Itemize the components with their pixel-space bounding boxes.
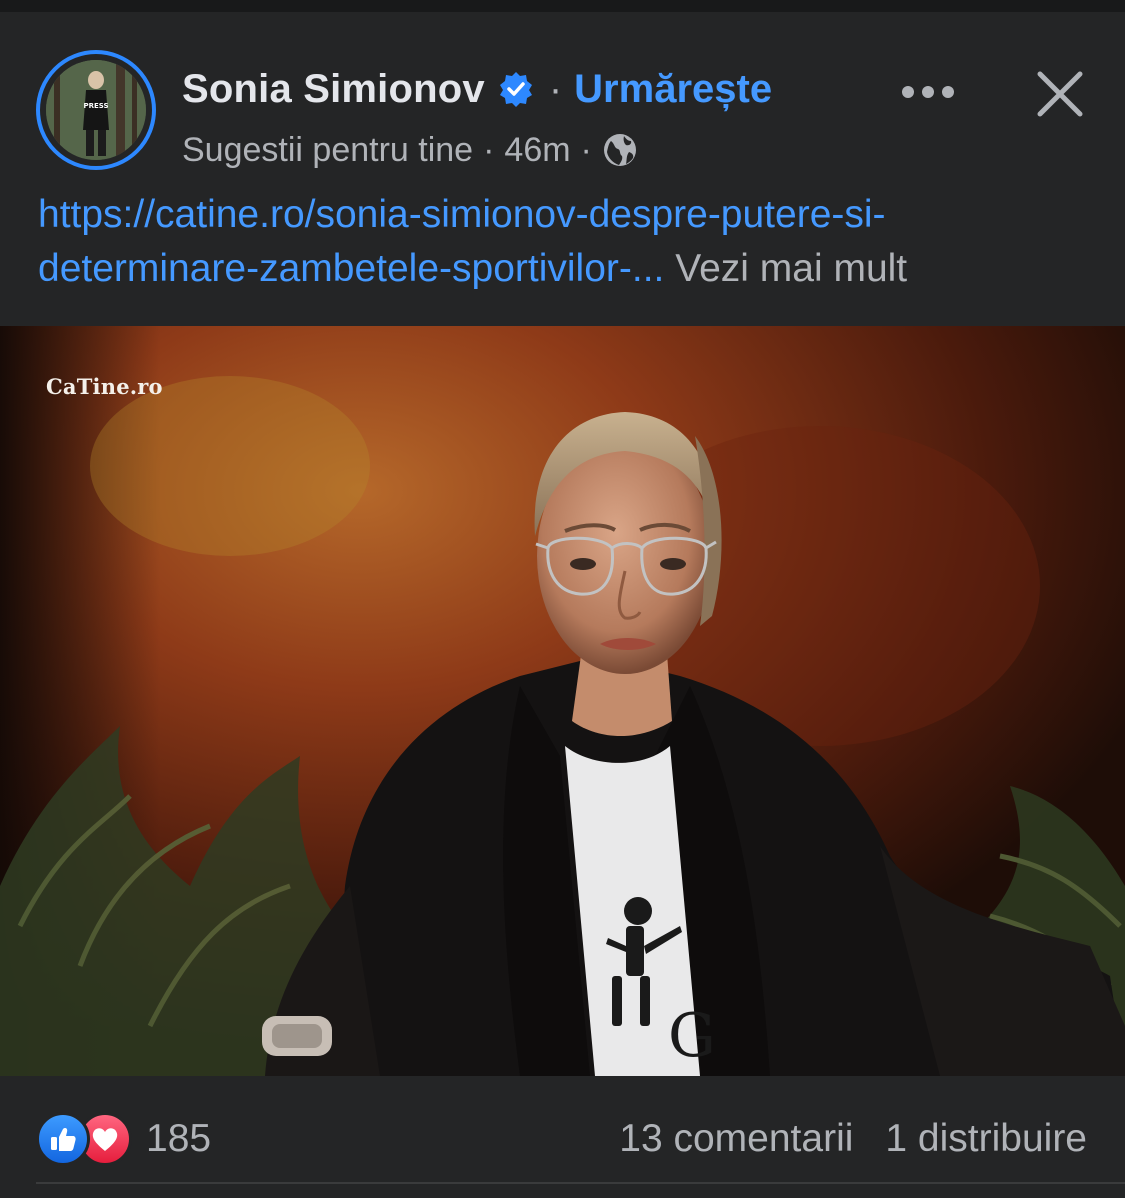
separator-dot: ·: [580, 130, 592, 169]
globe-icon: [602, 132, 638, 168]
follow-button[interactable]: Urmărește: [574, 67, 772, 112]
comments-count[interactable]: 13 comentarii: [619, 1117, 853, 1161]
more-options-icon[interactable]: [900, 74, 956, 110]
caption-link-continued[interactable]: determinare-zambetele-sportivilor-...: [38, 247, 664, 290]
avatar-text: PRESS: [83, 102, 108, 110]
author-avatar[interactable]: PRESS: [36, 50, 156, 170]
caption-line-1: https://catine.ro/sonia-simionov-despre-…: [38, 188, 1098, 242]
close-icon[interactable]: [1030, 64, 1090, 124]
svg-text:G: G: [668, 1001, 716, 1071]
author-row: Sonia Simionov · Urmărește: [182, 64, 772, 114]
post-time[interactable]: 46m: [504, 131, 570, 170]
verified-badge-icon: [497, 70, 535, 108]
top-strip: [0, 0, 1125, 12]
post-header: PRESS Sonia Simionov · Urmărește Sugesti…: [0, 12, 1125, 172]
author-name[interactable]: Sonia Simionov: [182, 67, 485, 112]
see-more-link[interactable]: Vezi mai mult: [675, 247, 907, 290]
post-meta: Sugestii pentru tine · 46m ·: [182, 130, 638, 170]
bottom-divider: [36, 1182, 1125, 1184]
post-footer: 185 13 comentarii 1 distribuire: [0, 1076, 1125, 1198]
post-image[interactable]: G CaTine.ro: [0, 326, 1125, 1076]
like-reaction-icon: [36, 1112, 90, 1166]
avatar-photo: PRESS: [46, 60, 146, 160]
feed-post: PRESS Sonia Simionov · Urmărește Sugesti…: [0, 12, 1125, 1198]
separator-dot: ·: [548, 66, 563, 111]
caption-link[interactable]: https://catine.ro/sonia-simionov-despre-…: [38, 193, 886, 236]
engagement-stats: 13 comentarii 1 distribuire: [619, 1114, 1087, 1164]
post-caption: https://catine.ro/sonia-simionov-despre-…: [38, 188, 1098, 296]
separator-dot: ·: [483, 130, 495, 169]
caption-line-2: determinare-zambetele-sportivilor-... Ve…: [38, 242, 1098, 296]
shares-count[interactable]: 1 distribuire: [885, 1117, 1087, 1161]
reactions-summary[interactable]: 185: [36, 1112, 212, 1166]
post-subtitle: Sugestii pentru tine: [182, 130, 474, 169]
image-watermark: CaTine.ro: [46, 374, 163, 399]
reaction-count: 185: [146, 1117, 212, 1160]
